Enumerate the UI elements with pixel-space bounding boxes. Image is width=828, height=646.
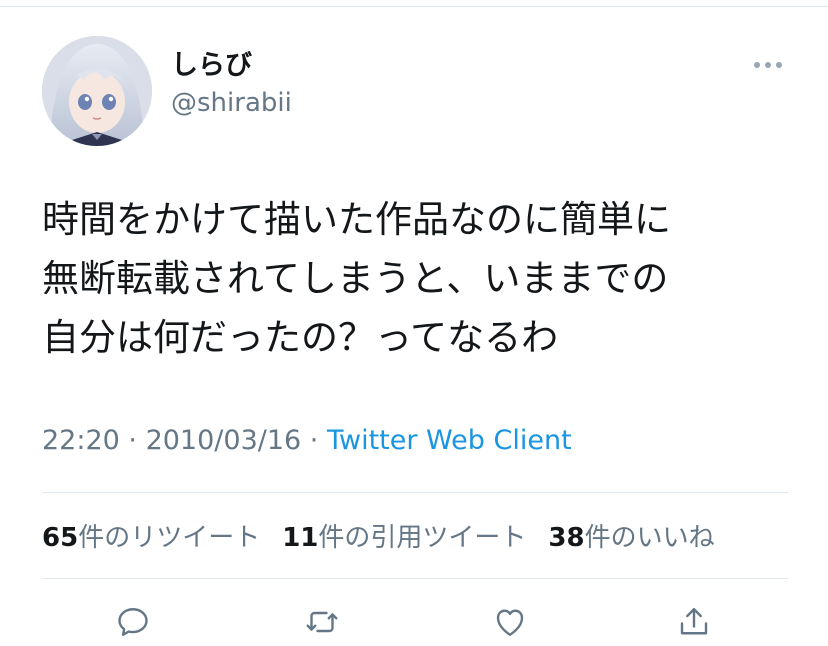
retweet-icon <box>306 611 338 633</box>
tweet-date[interactable]: 2010/03/16 <box>146 425 302 456</box>
more-icon <box>754 62 782 68</box>
action-bar <box>0 600 828 646</box>
display-name[interactable]: しらび <box>171 50 252 82</box>
meta-separator: · <box>128 425 146 456</box>
quotes-stat[interactable]: 11件の引用ツイート <box>282 517 526 554</box>
likes-label: 件のいいね <box>584 523 715 553</box>
tweet-meta: 22:20 · 2010/03/16 · Twitter Web Client <box>42 425 572 456</box>
tweet-time[interactable]: 22:20 <box>42 425 120 456</box>
quotes-label: 件の引用ツイート <box>318 523 527 553</box>
divider <box>42 492 788 493</box>
likes-stat[interactable]: 38件のいいね <box>548 517 714 554</box>
like-icon <box>496 609 524 636</box>
share-button[interactable] <box>672 600 716 644</box>
retweet-button[interactable] <box>300 600 344 644</box>
like-button[interactable] <box>488 600 532 644</box>
meta-separator: · <box>309 425 327 456</box>
reply-icon <box>118 608 148 636</box>
tweet-text-line: 無断転載されてしまうと、いままでの <box>42 257 669 300</box>
retweets-label: 件のリツイート <box>78 523 261 553</box>
avatar-image <box>42 36 152 146</box>
divider <box>42 578 788 579</box>
tweet-stats: 65件のリツイート 11件の引用ツイート 38件のいいね <box>42 517 715 554</box>
quotes-count: 11 <box>282 523 319 553</box>
tweet-text-line: 自分は何だったの？ってなるわ <box>42 316 559 359</box>
retweets-count: 65 <box>42 523 79 553</box>
reply-button[interactable] <box>111 600 155 644</box>
avatar[interactable] <box>42 36 152 146</box>
client-link[interactable]: Twitter Web Client <box>327 425 572 456</box>
tweet-text: 時間をかけて描いた作品なのに簡単に 無断転載されてしまうと、いままでの 自分は何… <box>42 190 802 367</box>
likes-count: 38 <box>548 523 585 553</box>
share-icon <box>680 608 708 635</box>
retweets-stat[interactable]: 65件のリツイート <box>42 517 260 554</box>
more-options-button[interactable] <box>748 50 788 80</box>
top-divider <box>0 0 828 7</box>
user-handle[interactable]: @shirabii <box>171 88 292 119</box>
tweet-text-line: 時間をかけて描いた作品なのに簡単に <box>42 198 671 241</box>
tweet-detail: しらび @shirabii 時間をかけて描いた作品なのに簡単に 無断転載されてし… <box>0 0 828 646</box>
